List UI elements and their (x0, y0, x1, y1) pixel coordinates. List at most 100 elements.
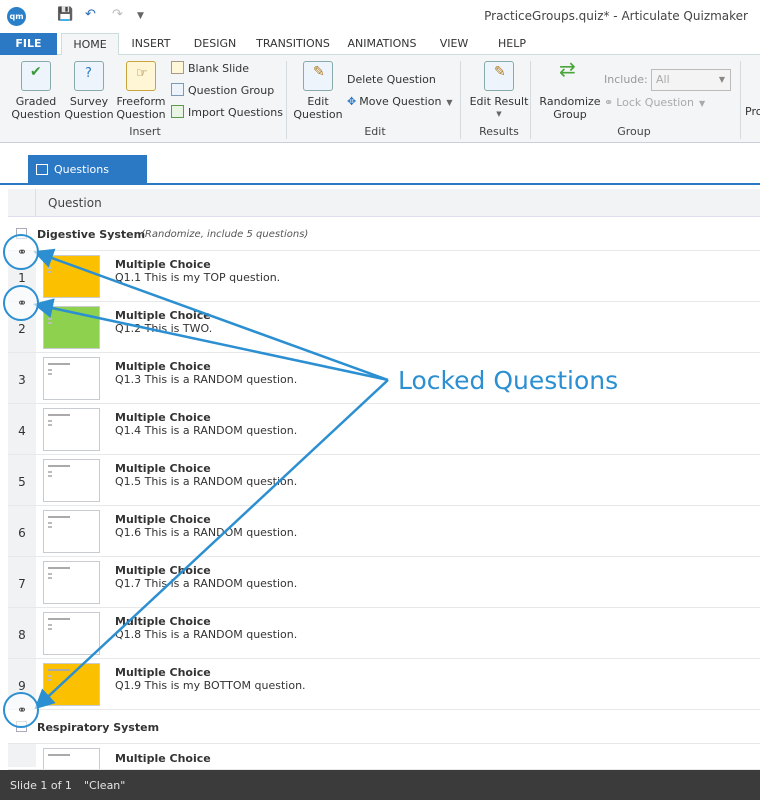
lock-marker[interactable]: ⚭ (3, 285, 39, 321)
tab-home[interactable]: HOME (61, 33, 119, 56)
import-questions-label: Import Questions (188, 106, 283, 119)
app-logo[interactable]: qm (7, 7, 26, 26)
blank-slide-icon (171, 61, 184, 74)
edit-result-button[interactable]: ✎ Edit Result ▼ (466, 61, 532, 121)
question-type: Multiple Choice (115, 411, 211, 424)
row-number: 5 (18, 475, 26, 489)
edit-question-button[interactable]: ✎ Edit Question (290, 61, 346, 121)
include-label: Include: (604, 73, 648, 86)
question-group-button[interactable]: Question Group (171, 82, 274, 100)
question-text: Q1.5 This is a RANDOM question. (115, 475, 298, 488)
question-text: Q1.8 This is a RANDOM question. (115, 628, 298, 641)
column-header: Question (8, 189, 760, 217)
question-row[interactable]: 8 Multiple Choice Q1.8 This is a RANDOM … (8, 608, 760, 659)
blank-slide-button[interactable]: Blank Slide (171, 60, 249, 78)
tab-view[interactable]: VIEW (432, 33, 476, 55)
edit-question-label: Edit Question (293, 95, 343, 121)
question-type: Multiple Choice (115, 752, 211, 765)
slide-thumbnail (43, 748, 100, 769)
group-note: (Randomize, include 5 questions) (141, 229, 309, 240)
question-row[interactable]: 1 Multiple Choice Q1.1 This is my TOP qu… (8, 251, 760, 302)
survey-question-button[interactable]: ? Survey Question (64, 61, 114, 121)
slide-thumbnail (43, 612, 100, 655)
row-number: 3 (18, 373, 26, 387)
row-number: 8 (18, 628, 26, 642)
question-type: Multiple Choice (115, 309, 211, 322)
questions-view-icon (36, 164, 48, 175)
question-row[interactable]: 4 Multiple Choice Q1.4 This is a RANDOM … (8, 404, 760, 455)
delete-question-label: Delete Question (347, 73, 436, 86)
row-number: 6 (18, 526, 26, 540)
question-column-label[interactable]: Question (48, 196, 102, 210)
import-questions-icon (171, 105, 184, 118)
undo-icon[interactable]: ↶ (85, 7, 96, 22)
lock-marker[interactable]: ⚭ (3, 692, 39, 728)
question-type: Multiple Choice (115, 615, 211, 628)
customize-toolbar-icon[interactable]: ▼ (137, 11, 144, 21)
question-row[interactable]: 3 Multiple Choice Q1.3 This is a RANDOM … (8, 353, 760, 404)
slide-thumbnail (43, 306, 100, 349)
save-icon[interactable]: 💾 (57, 7, 73, 22)
blank-slide-label: Blank Slide (188, 62, 250, 75)
slide-counter: Slide 1 of 1 (10, 779, 72, 792)
question-row[interactable]: 5 Multiple Choice Q1.5 This is a RANDOM … (8, 455, 760, 506)
survey-question-label: Survey Question (64, 95, 114, 121)
include-select[interactable]: All ▼ (651, 69, 731, 91)
question-text: Q1.6 This is a RANDOM question. (115, 526, 298, 539)
move-question-button[interactable]: ✥ Move Question ▼ (347, 93, 453, 111)
link-icon: ⚭ (17, 703, 28, 717)
tab-file[interactable]: FILE (0, 33, 57, 55)
question-text: Q1.3 This is a RANDOM question. (115, 373, 298, 386)
chevron-down-icon: ▼ (496, 110, 502, 118)
freeform-question-button[interactable]: ☞ Freeform Question (114, 61, 168, 121)
graded-question-button[interactable]: ✔ Graded Question (10, 61, 62, 121)
randomize-group-button[interactable]: ⇄ Randomize Group (537, 59, 603, 121)
edit-group-label: Edit (364, 125, 386, 138)
question-row[interactable]: 6 Multiple Choice Q1.6 This is a RANDOM … (8, 506, 760, 557)
import-questions-button[interactable]: Import Questions (171, 104, 283, 122)
truncated-ribbon-label: Pro (745, 105, 760, 118)
ribbon-separator (530, 61, 531, 139)
group-name: Respiratory System (37, 721, 160, 734)
slide-thumbnail (43, 408, 100, 451)
question-text: Q1.4 This is a RANDOM question. (115, 424, 298, 437)
question-text: Q1.9 This is my BOTTOM question. (115, 679, 306, 692)
tab-questions[interactable]: Questions (28, 155, 147, 185)
question-row[interactable]: 7 Multiple Choice Q1.7 This is a RANDOM … (8, 557, 760, 608)
edit-result-icon: ✎ (484, 61, 514, 91)
question-row[interactable]: 9 Multiple Choice Q1.9 This is my BOTTOM… (8, 659, 760, 710)
delete-question-button[interactable]: Delete Question (347, 71, 436, 89)
results-group-label: Results (479, 125, 519, 138)
link-icon: ⚭ (17, 245, 28, 259)
question-type: Multiple Choice (115, 360, 211, 373)
tab-animations[interactable]: ANIMATIONS (342, 33, 422, 55)
question-text: Q1.2 This is TWO. (115, 322, 213, 335)
question-type: Multiple Choice (115, 513, 211, 526)
question-row[interactable]: Multiple Choice (8, 744, 760, 770)
slide-thumbnail (43, 357, 100, 400)
question-group-label: Question Group (188, 84, 275, 97)
slide-thumbnail (43, 255, 100, 298)
tab-insert[interactable]: INSERT (122, 33, 180, 55)
edit-question-icon: ✎ (303, 61, 333, 91)
graded-question-icon: ✔ (21, 61, 51, 91)
lock-question-label: Lock Question (616, 96, 694, 109)
question-group-row[interactable]: Digestive System (Randomize, include 5 q… (8, 217, 760, 251)
question-row[interactable]: 2 Multiple Choice Q1.2 This is TWO. (8, 302, 760, 353)
tab-transitions[interactable]: TRANSITIONS (253, 33, 333, 55)
question-group-row[interactable]: Respiratory System (8, 710, 760, 744)
row-number: 7 (18, 577, 26, 591)
tab-help[interactable]: HELP (489, 33, 535, 55)
question-group-icon (171, 83, 184, 96)
link-icon: ⚭ (604, 96, 614, 109)
ribbon-tabs: FILE HOME INSERT DESIGN TRANSITIONS ANIM… (0, 33, 760, 56)
ribbon-separator (286, 61, 287, 139)
include-select-value: All (656, 73, 670, 86)
tab-design[interactable]: DESIGN (186, 33, 244, 55)
lock-marker[interactable]: ⚭ (3, 234, 39, 270)
locked-questions-callout: Locked Questions (398, 366, 619, 395)
lock-question-button[interactable]: ⚭ Lock Question ▼ (604, 94, 705, 112)
question-type: Multiple Choice (115, 258, 211, 271)
slide-thumbnail (43, 510, 100, 553)
redo-icon[interactable]: ↷ (112, 7, 123, 22)
